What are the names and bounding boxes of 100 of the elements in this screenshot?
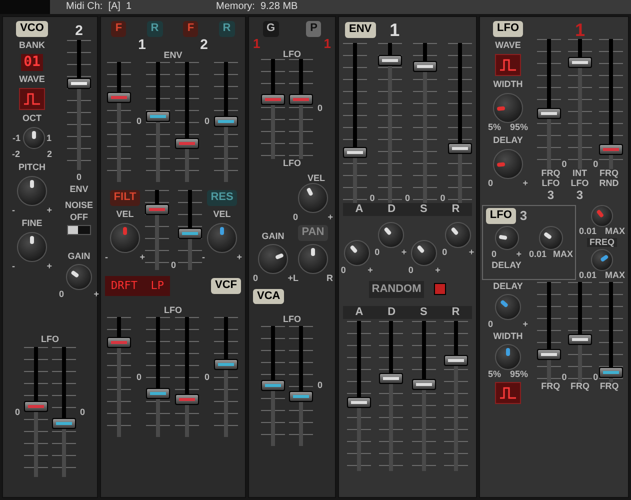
- bank-display: 01: [20, 54, 44, 72]
- slider-thumb[interactable]: [444, 355, 468, 366]
- scale-label: +: [46, 262, 52, 272]
- slider-thumb[interactable]: [412, 378, 436, 390]
- waveform-display[interactable]: [19, 88, 45, 110]
- scale-label: 0: [317, 104, 322, 114]
- slider-thumb[interactable]: [347, 396, 372, 408]
- knob[interactable]: [22, 127, 44, 150]
- label-text: OCT: [22, 114, 42, 124]
- section-button[interactable]: LFO: [486, 208, 516, 224]
- section-button[interactable]: G: [262, 21, 280, 37]
- scale-label: 0: [440, 194, 446, 203]
- slider-thumb[interactable]: [146, 388, 170, 400]
- slider-thumb[interactable]: [378, 54, 402, 66]
- stage-label: A: [355, 306, 364, 318]
- knob[interactable]: [411, 240, 438, 266]
- slider-thumb[interactable]: [146, 110, 170, 122]
- knob[interactable]: [495, 344, 521, 370]
- knob[interactable]: [17, 232, 47, 262]
- section-button[interactable]: R: [218, 21, 235, 37]
- knob[interactable]: [298, 244, 328, 274]
- slider-thumb[interactable]: [175, 394, 200, 405]
- label-text: LFO: [542, 179, 560, 188]
- slider-thumb[interactable]: [536, 348, 561, 360]
- slider-thumb[interactable]: [342, 147, 367, 158]
- scale-label: +: [435, 266, 440, 275]
- scale-label: +: [522, 178, 528, 188]
- slider-thumb[interactable]: [52, 418, 76, 430]
- label-text: WAVE: [495, 40, 521, 50]
- label-text: ENV: [70, 185, 88, 194]
- knob[interactable]: [17, 176, 47, 206]
- label-text: DELAY: [492, 260, 522, 270]
- slider-thumb[interactable]: [599, 367, 624, 378]
- slider-thumb[interactable]: [145, 204, 169, 215]
- section-button[interactable]: ENV: [345, 22, 376, 38]
- knob[interactable]: [495, 294, 521, 320]
- label-text: LFO: [283, 314, 301, 324]
- waveform-display[interactable]: [495, 54, 521, 76]
- stage-label: D: [388, 204, 396, 215]
- scale-label: MAX: [605, 227, 625, 236]
- slider-thumb[interactable]: [107, 336, 132, 348]
- section-button[interactable]: P: [306, 21, 322, 37]
- label-text: VEL: [307, 174, 325, 183]
- label-text: DELAY: [493, 136, 523, 145]
- slider-thumb[interactable]: [289, 390, 314, 402]
- slider-thumb[interactable]: [599, 144, 624, 155]
- mod-number: 2: [200, 36, 208, 51]
- slider-thumb[interactable]: [175, 138, 200, 150]
- slider-thumb[interactable]: [214, 358, 238, 370]
- section-button[interactable]: VCO: [16, 21, 48, 37]
- midi-channel-text[interactable]: Midi Ch: [A] 1: [66, 2, 186, 12]
- thumb-stripe: [572, 338, 588, 341]
- section-button[interactable]: LFO: [493, 21, 523, 37]
- slider-thumb[interactable]: [448, 142, 472, 154]
- scale-label: 0: [136, 372, 142, 382]
- waveform-display[interactable]: [495, 382, 521, 404]
- section-button[interactable]: VCA: [253, 288, 284, 304]
- scale-label: 2: [46, 150, 52, 160]
- slider-thumb[interactable]: [289, 94, 314, 106]
- section-button[interactable]: R: [146, 21, 163, 37]
- knob[interactable]: [591, 249, 613, 271]
- mod-number: 1: [324, 36, 331, 50]
- slider-thumb[interactable]: [379, 373, 404, 384]
- knob[interactable]: [298, 182, 328, 213]
- filter-mode-display[interactable]: DRFT LP: [105, 276, 170, 296]
- scale-label: -: [12, 262, 15, 272]
- section-button[interactable]: FILT: [110, 190, 140, 206]
- knob[interactable]: [445, 222, 472, 248]
- knob[interactable]: [207, 222, 238, 252]
- knob[interactable]: [539, 226, 563, 250]
- slider-thumb[interactable]: [536, 108, 561, 120]
- label-text: INT: [572, 169, 587, 178]
- knob[interactable]: [66, 264, 92, 290]
- knob[interactable]: [494, 226, 518, 250]
- label-text: LFO: [283, 50, 301, 59]
- scale-label: 0: [442, 248, 448, 257]
- scale-label: 0: [317, 381, 322, 390]
- slider-thumb[interactable]: [178, 228, 202, 239]
- section-button[interactable]: F: [111, 21, 126, 37]
- slider-thumb[interactable]: [24, 400, 48, 412]
- knob[interactable]: [378, 222, 404, 248]
- slider-thumb[interactable]: [107, 92, 132, 104]
- slider-thumb[interactable]: [214, 116, 238, 128]
- slider-thumb[interactable]: [261, 94, 286, 106]
- knob[interactable]: [344, 240, 370, 266]
- noise-switch[interactable]: [67, 225, 91, 235]
- slider-thumb[interactable]: [413, 60, 438, 72]
- label-text: FRQ: [600, 169, 618, 178]
- random-toggle[interactable]: [434, 283, 446, 296]
- section-button[interactable]: RES: [206, 190, 238, 206]
- knob[interactable]: [258, 244, 288, 274]
- scale-label: 0: [76, 173, 82, 182]
- random-label: RANDOM: [368, 281, 424, 298]
- slider-thumb[interactable]: [261, 380, 286, 391]
- section-button[interactable]: VCF: [211, 278, 241, 294]
- slider-thumb[interactable]: [67, 78, 91, 90]
- section-button[interactable]: PAN: [298, 224, 328, 240]
- slider-thumb[interactable]: [568, 334, 592, 345]
- slider-thumb[interactable]: [568, 56, 592, 68]
- section-button[interactable]: F: [183, 21, 198, 37]
